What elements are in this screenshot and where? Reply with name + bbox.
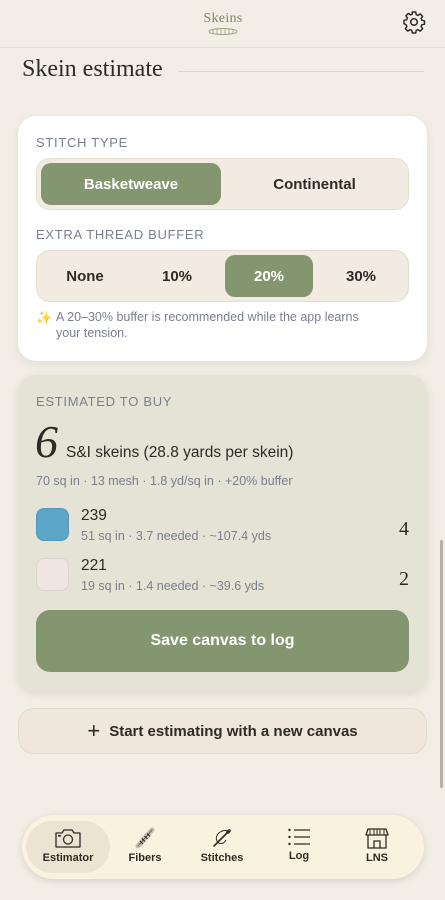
buffer-option-none[interactable]: None bbox=[41, 255, 129, 297]
calculation-summary: 70 sq in · 13 mesh · 1.8 yd/sq in · +20%… bbox=[36, 474, 293, 488]
skein-count: 6 bbox=[35, 416, 58, 467]
title-divider bbox=[178, 71, 424, 72]
tab-label: Fibers bbox=[128, 852, 162, 864]
buffer-option-10[interactable]: 10% bbox=[133, 255, 221, 297]
thread-meta: 19 sq in · 1.4 needed · ~39.6 yds bbox=[81, 579, 265, 593]
thread-quantity: 4 bbox=[399, 518, 409, 540]
tab-lns[interactable]: LNS bbox=[338, 821, 416, 873]
stitch-type-label: STITCH TYPE bbox=[36, 135, 128, 150]
color-swatch bbox=[36, 508, 69, 541]
tab-log[interactable]: Log bbox=[260, 821, 338, 873]
list-icon bbox=[288, 828, 310, 846]
page-title: Skein estimate bbox=[22, 56, 163, 82]
estimate-label: ESTIMATED TO BUY bbox=[36, 394, 173, 409]
thread-quantity: 2 bbox=[399, 568, 409, 590]
estimate-card: ESTIMATED TO BUY 6 S&I skeins (28.8 yard… bbox=[18, 375, 427, 691]
fiber-icon bbox=[135, 827, 155, 849]
color-swatch bbox=[36, 558, 69, 591]
buffer-option-30[interactable]: 30% bbox=[317, 255, 405, 297]
tab-label: Estimator bbox=[42, 852, 94, 864]
new-canvas-button[interactable]: + Start estimating with a new canvas bbox=[18, 708, 427, 754]
stitch-option-basketweave[interactable]: Basketweave bbox=[41, 163, 221, 205]
tab-label: Stitches bbox=[200, 852, 244, 864]
tab-stitches[interactable]: Stitches bbox=[183, 821, 261, 873]
tab-label: Log bbox=[288, 850, 310, 862]
top-bar: Skeins bbox=[0, 0, 445, 48]
buffer-option-20[interactable]: 20% bbox=[225, 255, 313, 297]
thread-row-239[interactable]: 239 51 sq in · 3.7 needed · ~107.4 yds 4 bbox=[18, 507, 427, 550]
tab-fibers[interactable]: Fibers bbox=[106, 821, 184, 873]
tab-estimator[interactable]: Estimator bbox=[26, 821, 110, 873]
new-canvas-label: Start estimating with a new canvas bbox=[109, 722, 358, 740]
thread-meta: 51 sq in · 3.7 needed · ~107.4 yds bbox=[81, 529, 272, 543]
app-logo: Skeins bbox=[190, 9, 256, 35]
plus-icon: + bbox=[87, 718, 101, 743]
buffer-hint: A 20–30% buffer is recommended while the… bbox=[56, 310, 359, 340]
camera-icon bbox=[55, 829, 81, 848]
store-icon bbox=[365, 828, 389, 849]
thread-code: 239 bbox=[81, 507, 107, 524]
scrollbar[interactable] bbox=[440, 540, 443, 788]
settings-card: STITCH TYPE Basketweave Continental EXTR… bbox=[18, 116, 427, 361]
buffer-label: EXTRA THREAD BUFFER bbox=[36, 227, 205, 242]
tab-bar: Estimator Fibers Stitches Log LNS bbox=[22, 815, 424, 879]
stitch-option-continental[interactable]: Continental bbox=[223, 163, 406, 205]
gear-icon[interactable] bbox=[402, 10, 426, 34]
save-canvas-button[interactable]: Save canvas to log bbox=[36, 610, 409, 672]
skein-logo-icon bbox=[208, 28, 238, 35]
thread-code: 221 bbox=[81, 557, 107, 574]
skein-unit-label: S&I skeins (28.8 yards per skein) bbox=[66, 444, 294, 461]
buffer-segmented: None 10% 20% 30% bbox=[36, 250, 409, 302]
tab-label: LNS bbox=[366, 852, 388, 864]
thread-row-221[interactable]: 221 19 sq in · 1.4 needed · ~39.6 yds 2 bbox=[18, 557, 427, 600]
stitch-type-segmented: Basketweave Continental bbox=[36, 158, 409, 210]
sparkle-icon: ✨ bbox=[36, 310, 53, 325]
logo-text: Skeins bbox=[203, 11, 243, 26]
needle-icon bbox=[213, 829, 231, 847]
